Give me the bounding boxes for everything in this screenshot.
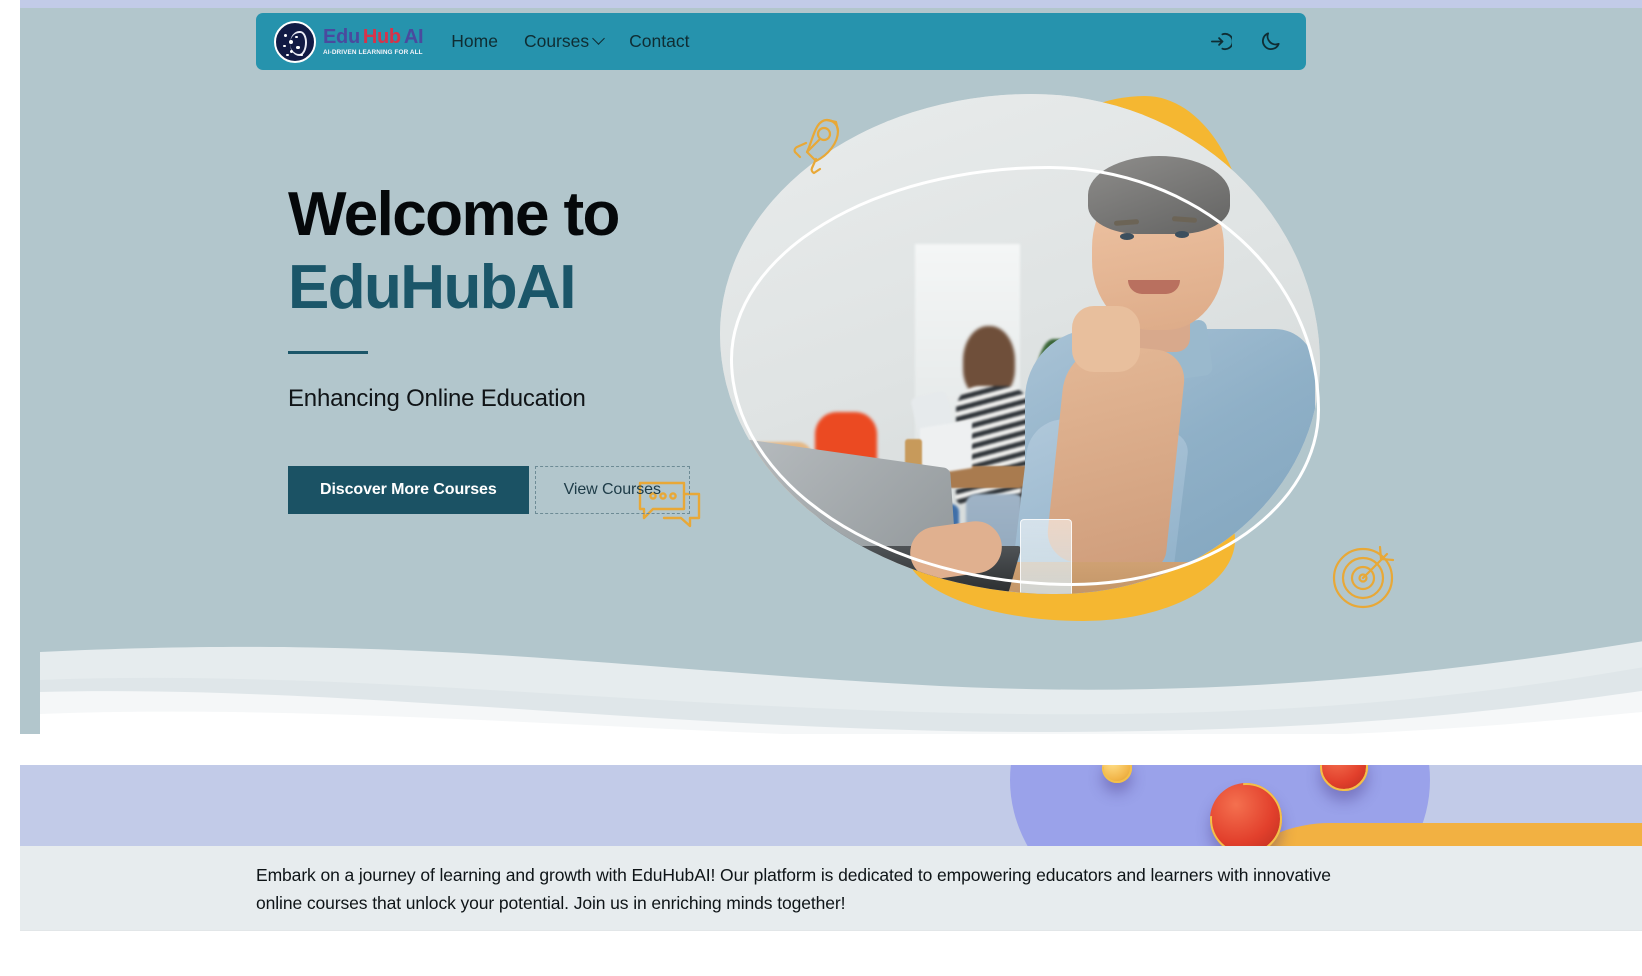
hero-cta-row: Discover More Courses View Courses [288, 466, 758, 515]
rocket-icon [783, 113, 845, 180]
page-title-accent: EduHubAI [288, 253, 576, 323]
discover-more-courses-button[interactable]: Discover More Courses [288, 466, 529, 515]
login-icon[interactable] [1206, 28, 1234, 56]
brand-word-ai: AI [403, 25, 424, 48]
top-strip [20, 0, 1642, 8]
page-root: Welcome to EduHubAI Enhancing Online Edu… [0, 0, 1642, 976]
nav-item-contact-label: Contact [629, 31, 690, 51]
nav-item-courses-label: Courses [523, 31, 590, 51]
title-underline [288, 351, 368, 355]
nav-links: Home Courses Contact [451, 31, 689, 52]
intro-paragraph: Embark on a journey of learning and grow… [256, 865, 1331, 913]
moon-icon[interactable] [1256, 28, 1284, 56]
brand-logo[interactable]: Edu Hub AI AI-DRIVEN LEARNING FOR ALL [274, 20, 424, 63]
brand-title: Edu Hub AI [323, 25, 424, 48]
brand-word-edu: Edu [323, 25, 360, 48]
brand-text: Edu Hub AI AI-DRIVEN LEARNING FOR ALL [323, 25, 424, 56]
nav-item-home[interactable]: Home [451, 31, 498, 52]
main-navbar: Edu Hub AI AI-DRIVEN LEARNING FOR ALL Home… [256, 13, 1306, 70]
view-courses-button[interactable]: View Courses [534, 466, 690, 515]
hero-subtitle: Enhancing Online Education [288, 385, 586, 413]
hero-copy: Welcome to EduHubAI Enhancing Online Edu… [288, 178, 758, 515]
brand-tagline: AI-DRIVEN LEARNING FOR ALL [323, 48, 423, 56]
basketball [1210, 783, 1282, 855]
page-footer [20, 931, 1642, 976]
chevron-down-icon [592, 32, 605, 45]
ai-brain-network-icon [274, 20, 316, 63]
brand-word-hub: Hub [362, 25, 401, 48]
page-title: Welcome to [288, 180, 620, 249]
nav-item-home-label: Home [451, 31, 498, 51]
nav-item-contact[interactable]: Contact [629, 31, 689, 52]
hero-section: Welcome to EduHubAI Enhancing Online Edu… [20, 8, 1642, 734]
target-icon [1330, 541, 1400, 616]
nav-actions [1206, 28, 1284, 56]
nav-item-courses[interactable]: Courses [523, 31, 605, 52]
